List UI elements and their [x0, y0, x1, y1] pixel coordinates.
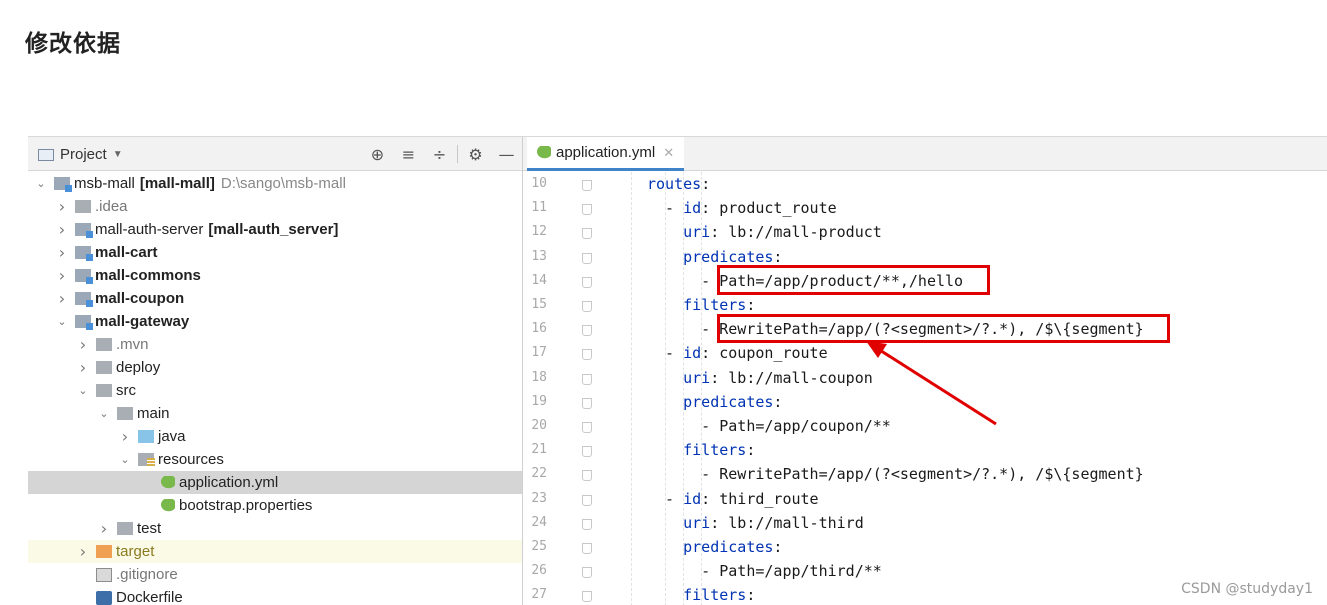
project-panel-header: Project ▼ ⊕ ≡ ÷ ⚙ —	[28, 137, 522, 171]
folder-icon	[117, 407, 133, 420]
tree-item[interactable]: ⌄ msb-mall [mall-mall] D:\sango\msb-mall	[28, 172, 522, 195]
gear-icon[interactable]: ⚙	[460, 143, 491, 165]
tree-item-label: bootstrap.properties	[179, 497, 313, 514]
ide-screenshot: Project ▼ ⊕ ≡ ÷ ⚙ — ⌄ msb-mall [mall-mall]…	[28, 136, 1327, 605]
chevron-right-icon[interactable]: ›	[76, 542, 90, 561]
tree-item-label: main	[137, 405, 170, 422]
tree-item-label: test	[137, 520, 162, 537]
tree-item-label: mall-gateway	[95, 313, 190, 330]
tree-item[interactable]: › target	[28, 540, 522, 563]
module-folder-icon	[75, 292, 93, 307]
folder-icon	[75, 200, 91, 213]
chevron-right-icon[interactable]: ›	[55, 266, 69, 285]
chevron-right-icon[interactable]: ›	[97, 519, 111, 538]
tree-item[interactable]: bootstrap.properties	[28, 494, 522, 517]
tree-item[interactable]: › .idea	[28, 195, 522, 218]
module-name-label: [mall-auth_server]	[208, 221, 339, 238]
collapse-all-icon[interactable]: ÷	[424, 143, 455, 165]
chevron-right-icon[interactable]: ›	[76, 335, 90, 354]
spring-config-icon	[159, 475, 175, 490]
chevron-right-icon[interactable]: ›	[55, 197, 69, 216]
module-folder-icon	[75, 246, 93, 261]
watermark: CSDN @studyday1	[1181, 581, 1313, 597]
tree-item[interactable]: ⌄ main	[28, 402, 522, 425]
folder-icon	[96, 338, 112, 351]
tree-item-label: java	[158, 428, 186, 445]
tree-item[interactable]: › .mvn	[28, 333, 522, 356]
chevron-down-icon[interactable]: ⌄	[118, 453, 132, 466]
chevron-right-icon[interactable]: ›	[118, 427, 132, 446]
hide-panel-icon[interactable]: —	[491, 143, 522, 165]
folder-icon	[96, 361, 112, 374]
annotation-layer	[866, 341, 997, 426]
chevron-right-icon[interactable]: ›	[55, 243, 69, 262]
tree-item[interactable]: › test	[28, 517, 522, 540]
tree-item[interactable]: › mall-commons	[28, 264, 522, 287]
tree-item-label: deploy	[116, 359, 161, 376]
tree-item-label: resources	[158, 451, 224, 468]
tree-item[interactable]: › java	[28, 425, 522, 448]
folder-icon	[117, 522, 133, 535]
project-panel: Project ▼ ⊕ ≡ ÷ ⚙ — ⌄ msb-mall [mall-mall]…	[28, 137, 522, 605]
gitignore-file-icon	[96, 567, 112, 582]
module-folder-icon	[75, 315, 93, 330]
project-window-icon	[38, 148, 54, 161]
toolbar-separator	[457, 145, 458, 163]
tree-item-label: mall-cart	[95, 244, 158, 261]
chevron-down-icon: ▼	[112, 149, 123, 160]
tree-item[interactable]: › mall-auth-server [mall-auth_server]	[28, 218, 522, 241]
tree-item-label: application.yml	[179, 474, 279, 491]
chevron-down-icon[interactable]: ⌄	[55, 315, 69, 328]
tree-item-label: Dockerfile	[116, 589, 183, 605]
tree-item-label: msb-mall	[74, 175, 135, 192]
tree-item-label: .idea	[95, 198, 128, 215]
tree-item-label: src	[116, 382, 136, 399]
chevron-right-icon[interactable]: ›	[55, 220, 69, 239]
tree-item[interactable]: › deploy	[28, 356, 522, 379]
source-folder-icon	[138, 430, 154, 443]
annotation-box-path	[717, 265, 990, 295]
annotation-arrow-line	[874, 345, 997, 426]
chevron-down-icon[interactable]: ⌄	[97, 407, 111, 420]
spring-config-icon	[159, 498, 175, 513]
chevron-right-icon[interactable]: ›	[76, 358, 90, 377]
annotation-arrow-head	[866, 341, 887, 358]
tree-item[interactable]: › mall-coupon	[28, 287, 522, 310]
chevron-down-icon[interactable]: ⌄	[34, 177, 48, 190]
chevron-right-icon[interactable]: ›	[55, 289, 69, 308]
tree-item[interactable]: application.yml	[28, 471, 522, 494]
locate-file-icon[interactable]: ⊕	[362, 143, 393, 165]
tree-item[interactable]: Dockerfile	[28, 586, 522, 605]
module-folder-icon	[75, 223, 93, 238]
chevron-down-icon[interactable]: ⌄	[76, 384, 90, 397]
tree-item-label: .mvn	[116, 336, 149, 353]
project-path-label: D:\sango\msb-mall	[220, 175, 346, 192]
module-name-label: [mall-mall]	[139, 175, 215, 192]
project-toolbar: ⊕ ≡ ÷ ⚙ —	[362, 143, 522, 165]
tree-item[interactable]: › mall-cart	[28, 241, 522, 264]
resources-folder-icon	[138, 453, 155, 467]
page-heading: 修改依据	[25, 31, 121, 57]
folder-icon	[96, 384, 112, 397]
tree-item[interactable]: ⌄ resources	[28, 448, 522, 471]
tree-item-label: .gitignore	[116, 566, 178, 583]
module-folder-icon	[75, 269, 93, 284]
expand-all-icon[interactable]: ≡	[393, 143, 424, 165]
code-editor: application.yml ✕ 10 11 12 13 14 15 16 17 18 19 20…	[523, 137, 1327, 605]
docker-file-icon	[96, 590, 112, 605]
project-view-selector[interactable]: Project ▼	[38, 146, 123, 163]
project-view-label: Project	[60, 146, 107, 163]
annotation-box-rewritepath	[717, 314, 1170, 343]
tree-item[interactable]: ⌄ src	[28, 379, 522, 402]
tree-item[interactable]: ⌄ mall-gateway	[28, 310, 522, 333]
module-folder-icon	[54, 177, 72, 192]
tree-item-label: target	[116, 543, 155, 560]
tree-item[interactable]: .gitignore	[28, 563, 522, 586]
tree-item-label: mall-auth-server	[95, 221, 204, 238]
excluded-folder-icon	[96, 545, 112, 558]
tree-item-label: mall-commons	[95, 267, 201, 284]
tree-item-label: mall-coupon	[95, 290, 185, 307]
